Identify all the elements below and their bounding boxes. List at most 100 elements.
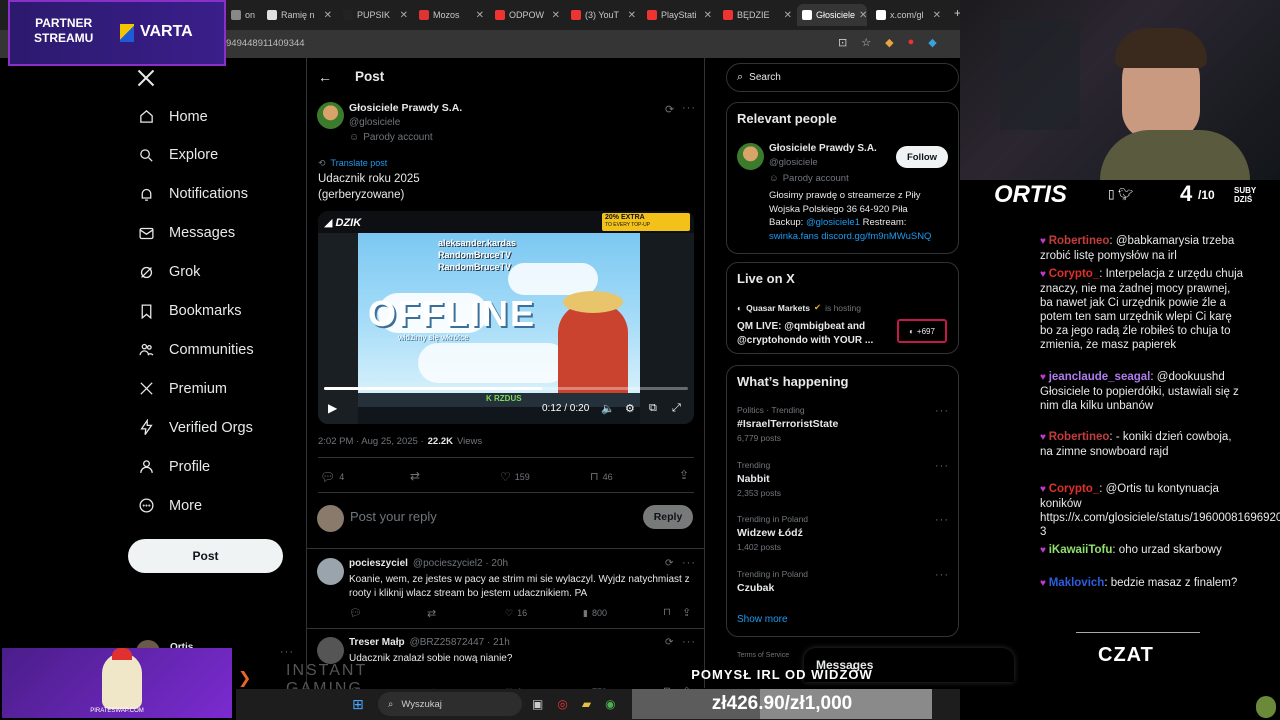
chrome-icon[interactable]: ◉ — [605, 697, 615, 711]
trend-item[interactable]: Trending in Poland Czubak ··· — [737, 569, 949, 597]
tab-close-icon[interactable]: ✕ — [933, 10, 941, 21]
tab-close-icon[interactable]: ✕ — [324, 10, 332, 21]
show-more-link[interactable]: Show more — [737, 614, 788, 625]
tab-close-icon[interactable]: ✕ — [552, 10, 560, 21]
browser-tab[interactable]: ODPOW ✕ — [490, 4, 560, 26]
post-more-icon[interactable]: ··· — [682, 102, 696, 114]
extension-icon[interactable]: ◆ — [885, 36, 893, 49]
install-icon[interactable]: ⊡ — [838, 36, 847, 49]
tab-close-icon[interactable]: ✕ — [704, 10, 712, 21]
profile-icon[interactable]: ◆ — [928, 36, 936, 49]
sidebar-item-explore[interactable]: Explore — [138, 147, 218, 164]
windows-start-icon[interactable]: ⊞ — [352, 696, 364, 713]
account-more-icon[interactable]: ··· — [280, 646, 294, 658]
reply-action[interactable]: 💬︎ 4 — [320, 470, 344, 484]
sidebar-item-bookmarks[interactable]: Bookmarks — [138, 303, 242, 320]
sidebar-item-premium[interactable]: Premium — [138, 380, 227, 397]
reply-author[interactable]: Treser Małp @BRZ25872447 · 21h — [349, 637, 510, 648]
like-action[interactable]: ♡ 16 — [505, 608, 527, 619]
translate-post-link[interactable]: ⟲ Translate post — [318, 158, 387, 169]
tab-close-icon[interactable]: ✕ — [784, 10, 792, 21]
reply-more-icon[interactable]: ··· — [682, 636, 696, 648]
taskview-icon[interactable]: ▣ — [532, 697, 543, 711]
trend-more-icon[interactable]: ··· — [935, 405, 949, 417]
reply-icon[interactable]: 💬︎ — [349, 608, 362, 619]
sidebar-item-home[interactable]: Home — [138, 108, 208, 125]
browser-tab[interactable]: Głosiciele ✕ — [797, 4, 867, 26]
back-arrow-icon[interactable]: ← — [318, 69, 332, 85]
tab-close-icon[interactable]: ✕ — [628, 10, 636, 21]
trend-more-icon[interactable]: ··· — [935, 569, 949, 581]
reply-input[interactable]: Post your reply — [350, 509, 437, 524]
tab-close-icon[interactable]: ✕ — [400, 10, 408, 21]
fullscreen-icon[interactable]: ⤢ — [672, 402, 681, 415]
sidebar-item-grok[interactable]: Grok — [138, 264, 200, 281]
live-listeners[interactable]: ◐ +697 — [897, 319, 947, 343]
browser-tab[interactable]: BĘDZIE ✕ — [718, 4, 792, 26]
trend-item[interactable]: Trending in Poland Widzew Łódź 1,402 posts… — [737, 514, 949, 552]
star-icon[interactable]: ☆ — [861, 36, 871, 49]
browser-tab[interactable]: PlayStati ✕ — [642, 4, 712, 26]
video-player[interactable]: ◢ DZIK 20% EXTRA TO EVERY TOP-UP aleksan… — [318, 211, 694, 424]
person-handle[interactable]: @glosiciele — [769, 157, 818, 168]
taskbar-search[interactable]: ⌕ Wyszukaj — [378, 692, 522, 716]
x-logo-icon[interactable] — [136, 68, 156, 93]
person-name[interactable]: Głosiciele Prawdy S.A. — [769, 143, 877, 154]
opera-icon[interactable]: ◎ — [557, 697, 567, 711]
record-icon[interactable]: ● — [908, 36, 915, 49]
tab-close-icon[interactable]: ✕ — [859, 10, 867, 21]
author-avatar[interactable] — [317, 102, 344, 129]
reply-button[interactable]: Reply — [643, 505, 693, 529]
views-action[interactable]: ▮ 800 — [583, 608, 607, 619]
trend-more-icon[interactable]: ··· — [935, 460, 949, 472]
browser-tab[interactable]: x.com/gl ✕ — [871, 4, 941, 26]
grok-post-icon[interactable]: ⟳ — [665, 103, 674, 116]
trend-more-icon[interactable]: ··· — [935, 514, 949, 526]
terms-link[interactable]: Terms of Service — [737, 652, 789, 659]
sidebar-item-communities[interactable]: Communities — [138, 341, 254, 358]
like-action[interactable]: ♡ 159 — [500, 470, 530, 484]
play-icon[interactable]: ▶ — [328, 401, 337, 415]
author-handle[interactable]: @glosiciele — [349, 117, 400, 128]
share-icon[interactable]: ⇪ — [682, 606, 691, 619]
follow-button[interactable]: Follow — [896, 146, 948, 168]
share-icon[interactable]: ⇪ — [679, 468, 689, 482]
post-button[interactable]: Post — [128, 539, 283, 573]
reply-author[interactable]: pocieszyciel @pocieszyciel2 · 20h — [349, 558, 508, 569]
browser-tab[interactable]: PUPSIK ✕ — [338, 4, 408, 26]
author-name[interactable]: Głosiciele Prawdy S.A. — [349, 102, 462, 114]
sidebar-item-more[interactable]: More — [138, 497, 202, 514]
tab-close-icon[interactable]: ✕ — [476, 10, 484, 21]
sidebar-item-verified-orgs[interactable]: Verified Orgs — [138, 419, 253, 436]
pip-icon[interactable]: ⧉ — [649, 402, 657, 415]
trend-item[interactable]: Trending Nabbit 2,353 posts ··· — [737, 460, 949, 498]
grok-post-icon[interactable]: ⟳ — [665, 558, 673, 569]
sidebar-item-notifications[interactable]: Notifications — [138, 186, 248, 203]
reply-more-icon[interactable]: ··· — [682, 557, 696, 569]
address-url[interactable]: 949448911409344 — [226, 38, 305, 49]
folder-icon[interactable]: ▰ — [582, 697, 591, 711]
grok-post-icon[interactable]: ⟳ — [665, 637, 673, 648]
sidebar-item-messages[interactable]: Messages — [138, 225, 235, 242]
person-avatar[interactable] — [737, 143, 764, 170]
chat-message: ♥ Robertineo: - koniki dzień cowboja, na… — [1040, 430, 1245, 459]
trend-item[interactable]: Politics · Trending #IsraelTerroristState… — [737, 405, 949, 443]
volume-icon[interactable]: 🔈 — [601, 402, 615, 415]
repost-icon[interactable]: ⇄ — [427, 607, 436, 620]
live-host[interactable]: ◐ Quasar Markets ✔ is hosting — [737, 302, 861, 313]
reply-author-avatar[interactable] — [317, 637, 344, 664]
repost-icon[interactable]: ⇄ — [410, 469, 420, 483]
browser-tab[interactable]: Ramię n ✕ — [262, 4, 332, 26]
sidebar-item-profile[interactable]: Profile — [138, 458, 210, 475]
search-box[interactable]: ⌕ Search — [726, 63, 959, 92]
tab-favicon-icon — [876, 10, 886, 20]
reply-author-avatar[interactable] — [317, 558, 344, 585]
live-text[interactable]: QM LIVE: @qmbigbeat and @cryptohondo with… — [737, 320, 873, 348]
bookmark-icon[interactable]: ⊓ — [663, 607, 671, 618]
bookmark-action[interactable]: ⊓ 46 — [590, 470, 613, 483]
browser-tab[interactable]: Mozos ✕ — [414, 4, 484, 26]
browser-tab[interactable]: (3) YouT ✕ — [566, 4, 636, 26]
video-progress-track[interactable] — [324, 387, 688, 390]
browser-tab[interactable]: on✕ — [226, 4, 256, 26]
settings-icon[interactable]: ⚙ — [625, 402, 635, 415]
